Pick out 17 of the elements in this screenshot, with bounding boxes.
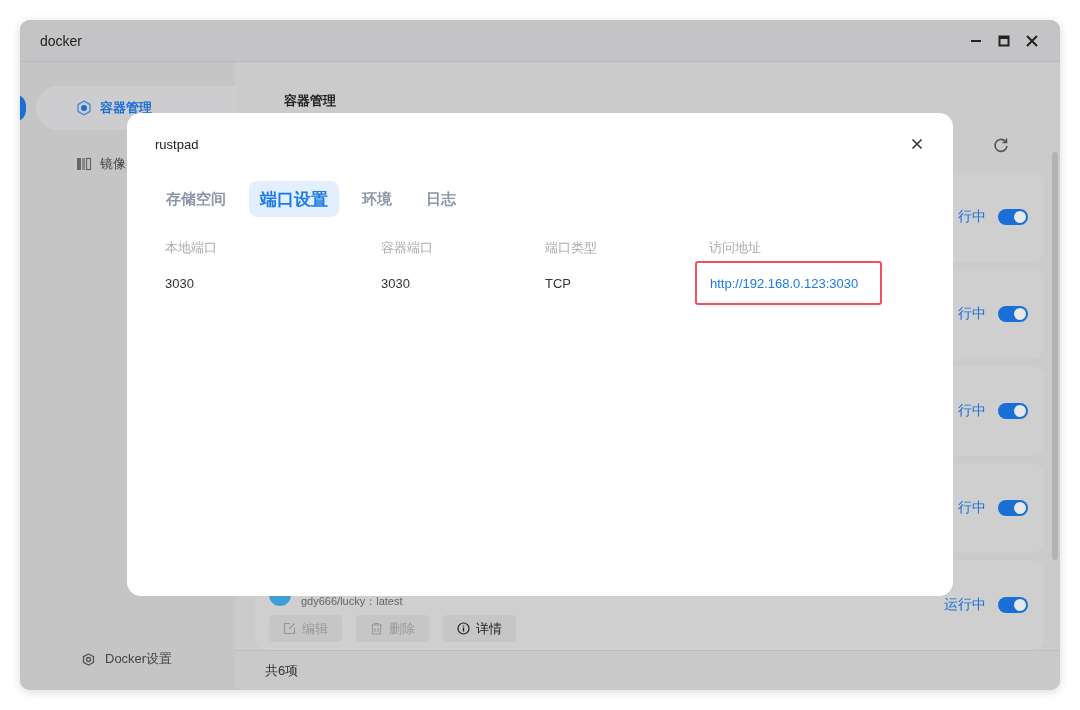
table-cell-text: 3030 [165, 274, 195, 293]
page-title: 容器管理 [283, 92, 337, 110]
dialog-title: rustpad [155, 136, 199, 152]
status-label: 行中 [958, 305, 986, 323]
column-header: 本地端口 [165, 239, 218, 257]
column-header: 端口类型 [545, 239, 598, 257]
column-header: 容器端口 [381, 239, 434, 257]
column-header: 访问地址 [709, 239, 762, 257]
table-cell-text: TCP [545, 274, 572, 293]
status-label: 行中 [958, 402, 986, 420]
table-cell-text: 3030 [381, 274, 411, 293]
window-title: docker [40, 32, 84, 49]
status-label: 行中 [958, 208, 986, 226]
status-label: 行中 [958, 499, 986, 517]
item-count: 共6项 [235, 650, 1060, 690]
image-name: gdy666/lucky：latest [301, 594, 404, 609]
status-label: 运行中 [944, 596, 986, 614]
